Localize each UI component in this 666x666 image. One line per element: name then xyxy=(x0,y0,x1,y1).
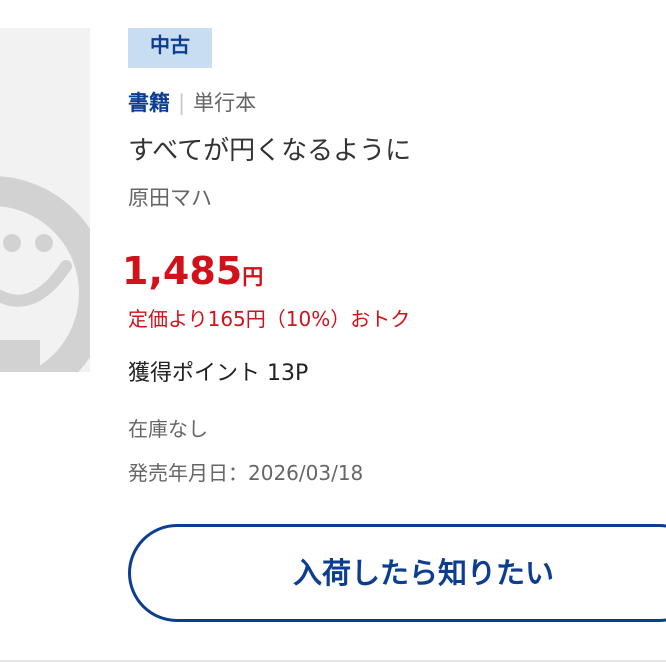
price-unit: 円 xyxy=(242,265,264,289)
author-link[interactable]: 原田マハ xyxy=(128,183,212,213)
product-image-placeholder[interactable]: GE xyxy=(0,28,90,372)
notify-when-in-stock-button[interactable]: 入荷したら知りたい xyxy=(128,524,666,622)
stock-status: 在庫なし xyxy=(128,417,208,441)
product-detail-page: GE 中古 書籍 | 単行本 すべてが円くなるように 原田マハ 1,485円 定価よ… xyxy=(0,0,666,666)
points-text: 獲得ポイント 13P xyxy=(128,361,309,386)
condition-badge: 中古 xyxy=(128,28,212,68)
category-breadcrumb: 書籍 | 単行本 xyxy=(128,88,256,118)
smiley-face-icon xyxy=(0,176,90,372)
release-date: 発売年月日：2026/03/18 xyxy=(128,461,364,485)
category-separator: | xyxy=(178,91,186,115)
divider xyxy=(0,660,666,662)
category-link[interactable]: 書籍 xyxy=(128,91,170,115)
price: 1,485円 xyxy=(122,246,263,304)
format-label: 単行本 xyxy=(193,91,257,115)
price-value: 1,485 xyxy=(122,249,243,293)
product-title: すべてが円くなるように xyxy=(128,136,412,166)
discount-text: 定価より165円（10%）おトク xyxy=(128,307,411,331)
